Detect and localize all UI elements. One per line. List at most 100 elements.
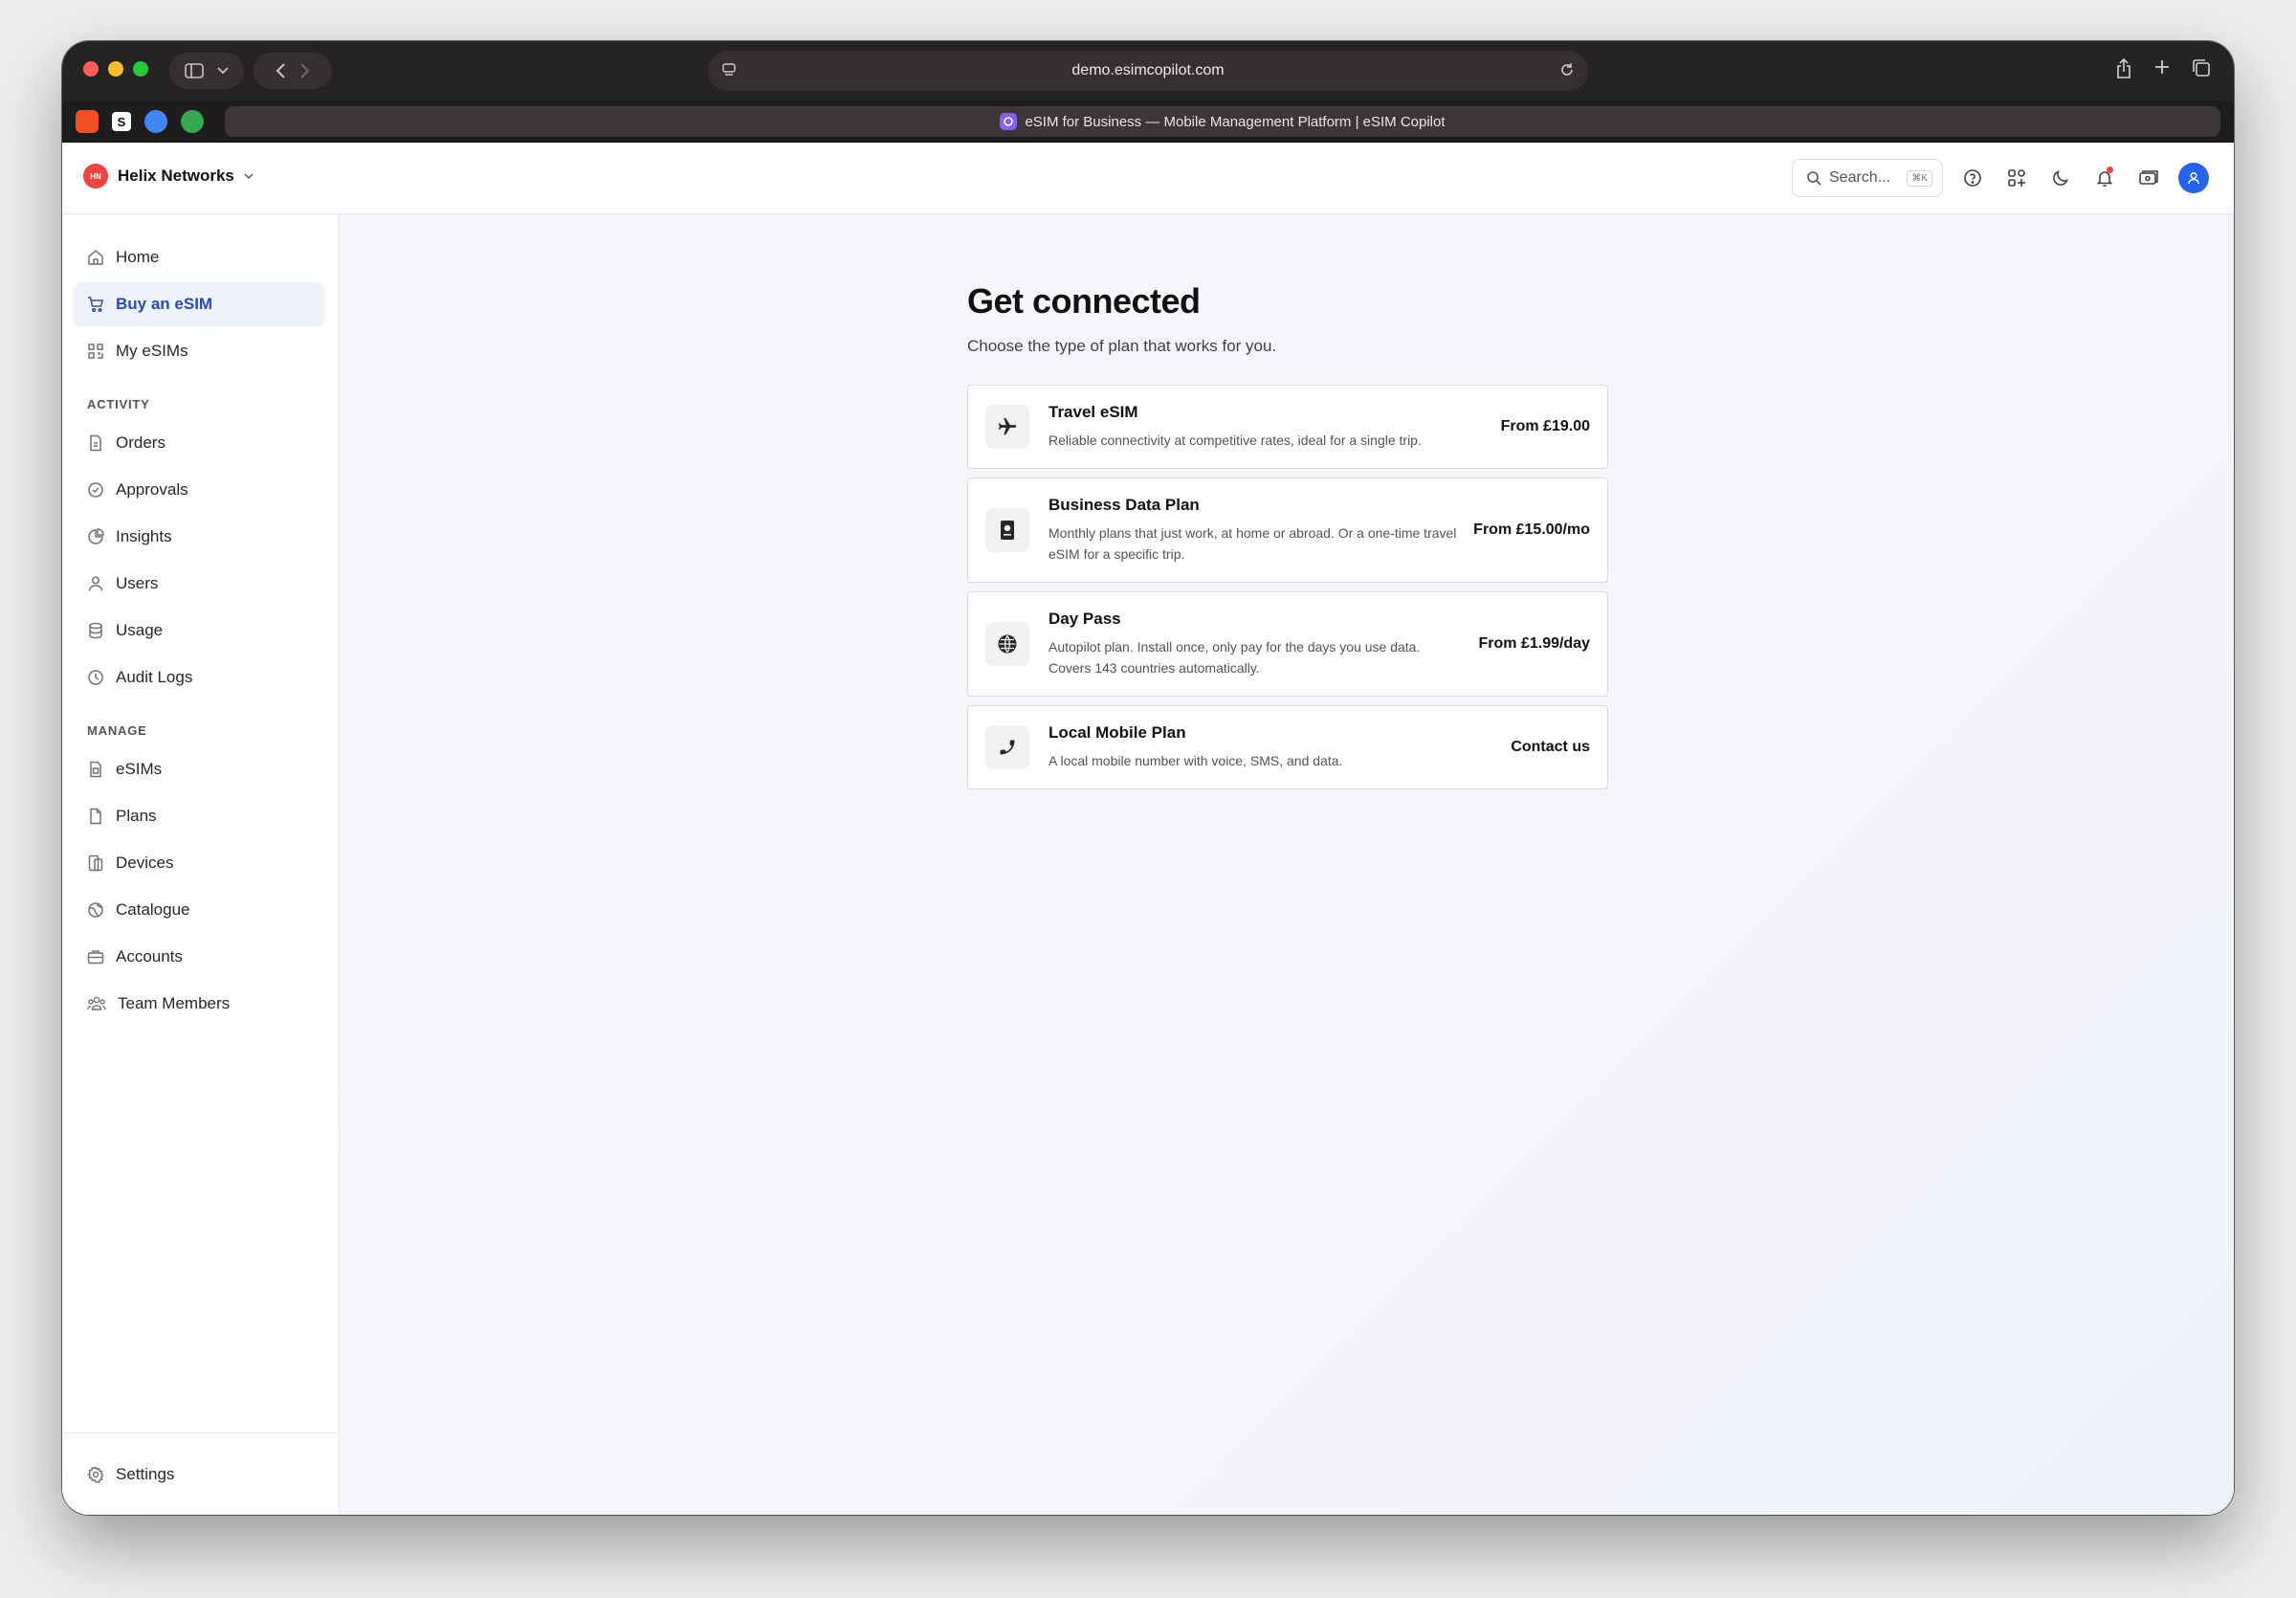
app: HN Helix Networks Search... ⌘K Home Buy … [62,143,2234,1515]
plan-card-travel-esim[interactable]: Travel eSIM Reliable connectivity at com… [967,385,1608,469]
forward-icon[interactable] [299,62,311,79]
close-window-button[interactable] [83,61,99,77]
search-button[interactable]: Search... ⌘K [1792,159,1943,197]
sidebar-item-label: Usage [116,621,164,639]
browser-window: demo.esimcopilot.com S eSIM for Business… [62,41,2234,1515]
minimize-window-button[interactable] [108,61,123,77]
sidebar-item-team-members[interactable]: Team Members [74,982,324,1026]
document-icon [90,434,101,452]
window-controls [83,61,148,77]
theme-toggle-button[interactable] [2046,164,2075,192]
sidebar-item-label: Devices [116,854,174,872]
address-bar[interactable]: demo.esimcopilot.com [708,51,1588,91]
site-settings-icon[interactable] [721,62,737,78]
workspace-switcher[interactable]: HN Helix Networks [83,164,254,189]
sidebar-item-label: Catalogue [116,900,190,919]
plan-title: Travel eSIM [1049,403,1138,421]
sidebar-item-orders[interactable]: Orders [74,421,324,465]
reload-icon[interactable] [1559,62,1575,78]
plan-card-icon [985,622,1029,666]
sidebar-item-label: Buy an eSIM [116,295,213,313]
sidebar-item-audit-logs[interactable]: Audit Logs [74,655,324,699]
tab-strip: S eSIM for Business — Mobile Management … [62,100,2234,143]
billing-button[interactable] [2134,164,2163,192]
plan-description: Reliable connectivity at competitive rat… [1049,433,1422,448]
gear-icon [87,1466,104,1483]
notification-dot [2107,166,2113,173]
sidebar-icon [185,63,204,78]
address-url: demo.esimcopilot.com [1071,62,1225,78]
page-title: Get connected [967,281,1201,321]
plan-description: A local mobile number with voice, SMS, a… [1049,753,1343,768]
back-icon[interactable] [275,62,286,79]
home-icon [88,250,103,265]
page-subtitle: Choose the type of plan that works for y… [967,337,1277,355]
user-icon [88,576,103,591]
plan-card-local-mobile[interactable]: Local Mobile Plan A local mobile number … [967,705,1608,789]
device-icon [88,854,103,872]
user-avatar[interactable] [2178,163,2209,193]
section-label-manage: MANAGE [87,723,147,738]
plan-title: Day Pass [1049,610,1121,628]
plan-price: From £1.99/day [1478,635,1591,652]
plan-card-business-data[interactable]: Business Data Plan Monthly plans that ju… [967,477,1608,583]
sidebar-item-esims[interactable]: eSIMs [74,747,324,791]
sim-icon [90,761,101,778]
sidebar-item-label: Team Members [118,994,231,1012]
zoom-window-button[interactable] [133,61,148,77]
sidebar-item-usage[interactable]: Usage [74,609,324,653]
sidebar-item-devices[interactable]: Devices [74,841,324,885]
sidebar-item-label: Home [116,248,160,266]
briefcase-icon [87,950,104,965]
user-icon [2188,172,2199,185]
sidebar: Home Buy an eSIM My eSIMs ACTIVITY Order… [62,214,340,1515]
pinned-tab-1[interactable] [76,110,99,133]
plan-card-text: Travel eSIM Reliable connectivity at com… [1049,403,1486,451]
pinned-tab-2[interactable]: S [112,112,131,131]
share-icon[interactable] [2115,58,2132,79]
sidebar-item-label: eSIMs [116,760,163,778]
notifications-button[interactable] [2090,164,2119,192]
browser-toolbar: demo.esimcopilot.com [62,41,2234,100]
sidebar-toggle-button[interactable] [169,53,244,89]
active-tab[interactable]: eSIM for Business — Mobile Management Pl… [225,106,2220,137]
plan-card-icon [985,508,1029,552]
sidebar-item-label: Settings [116,1465,175,1483]
new-tab-icon[interactable] [2153,58,2171,76]
search-placeholder: Search... [1829,169,1891,186]
sidebar-item-insights[interactable]: Insights [74,515,324,559]
help-button[interactable] [1958,164,1987,192]
apps-button[interactable] [2002,164,2031,192]
tab-overview-icon[interactable] [2192,58,2211,78]
plan-card-text: Day Pass Autopilot plan. Install once, o… [1049,610,1464,678]
sidebar-item-approvals[interactable]: Approvals [74,468,324,512]
pinned-tab-4[interactable] [181,110,204,133]
sidebar-item-label: Accounts [116,947,183,965]
workspace-name: Helix Networks [118,166,234,185]
sidebar-item-home[interactable]: Home [74,235,324,279]
plan-card-day-pass[interactable]: Day Pass Autopilot plan. Install once, o… [967,591,1608,697]
sidebar-item-label: Users [116,574,159,592]
plan-card-text: Local Mobile Plan A local mobile number … [1049,723,1495,771]
sidebar-item-catalogue[interactable]: Catalogue [74,888,324,932]
sidebar-item-plans[interactable]: Plans [74,794,324,838]
plan-description: Monthly plans that just work, at home or… [1049,525,1457,562]
sidebar-item-users[interactable]: Users [74,562,324,606]
sidebar-item-buy-esim[interactable]: Buy an eSIM [74,282,324,326]
sidebar-item-label: Audit Logs [116,668,193,686]
sidebar-item-my-esims[interactable]: My eSIMs [74,329,324,373]
plan-price: From £19.00 [1500,418,1590,434]
search-icon [1807,171,1821,186]
sidebar-item-accounts[interactable]: Accounts [74,935,324,979]
sidebar-item-settings[interactable]: Settings [74,1453,324,1497]
main-content: Get connected Choose the type of plan th… [340,214,2234,1515]
plan-description: Autopilot plan. Install once, only pay f… [1049,639,1421,676]
wallet-icon [2139,170,2158,185]
favicon-icon [1000,113,1018,130]
app-header: HN Helix Networks Search... ⌘K [62,143,2234,214]
sidebar-item-label: Insights [116,527,172,545]
phone-icon [1000,740,1015,755]
cart-icon [88,297,103,313]
pinned-tab-3[interactable] [144,110,167,133]
sidebar-footer: Settings [62,1432,339,1515]
